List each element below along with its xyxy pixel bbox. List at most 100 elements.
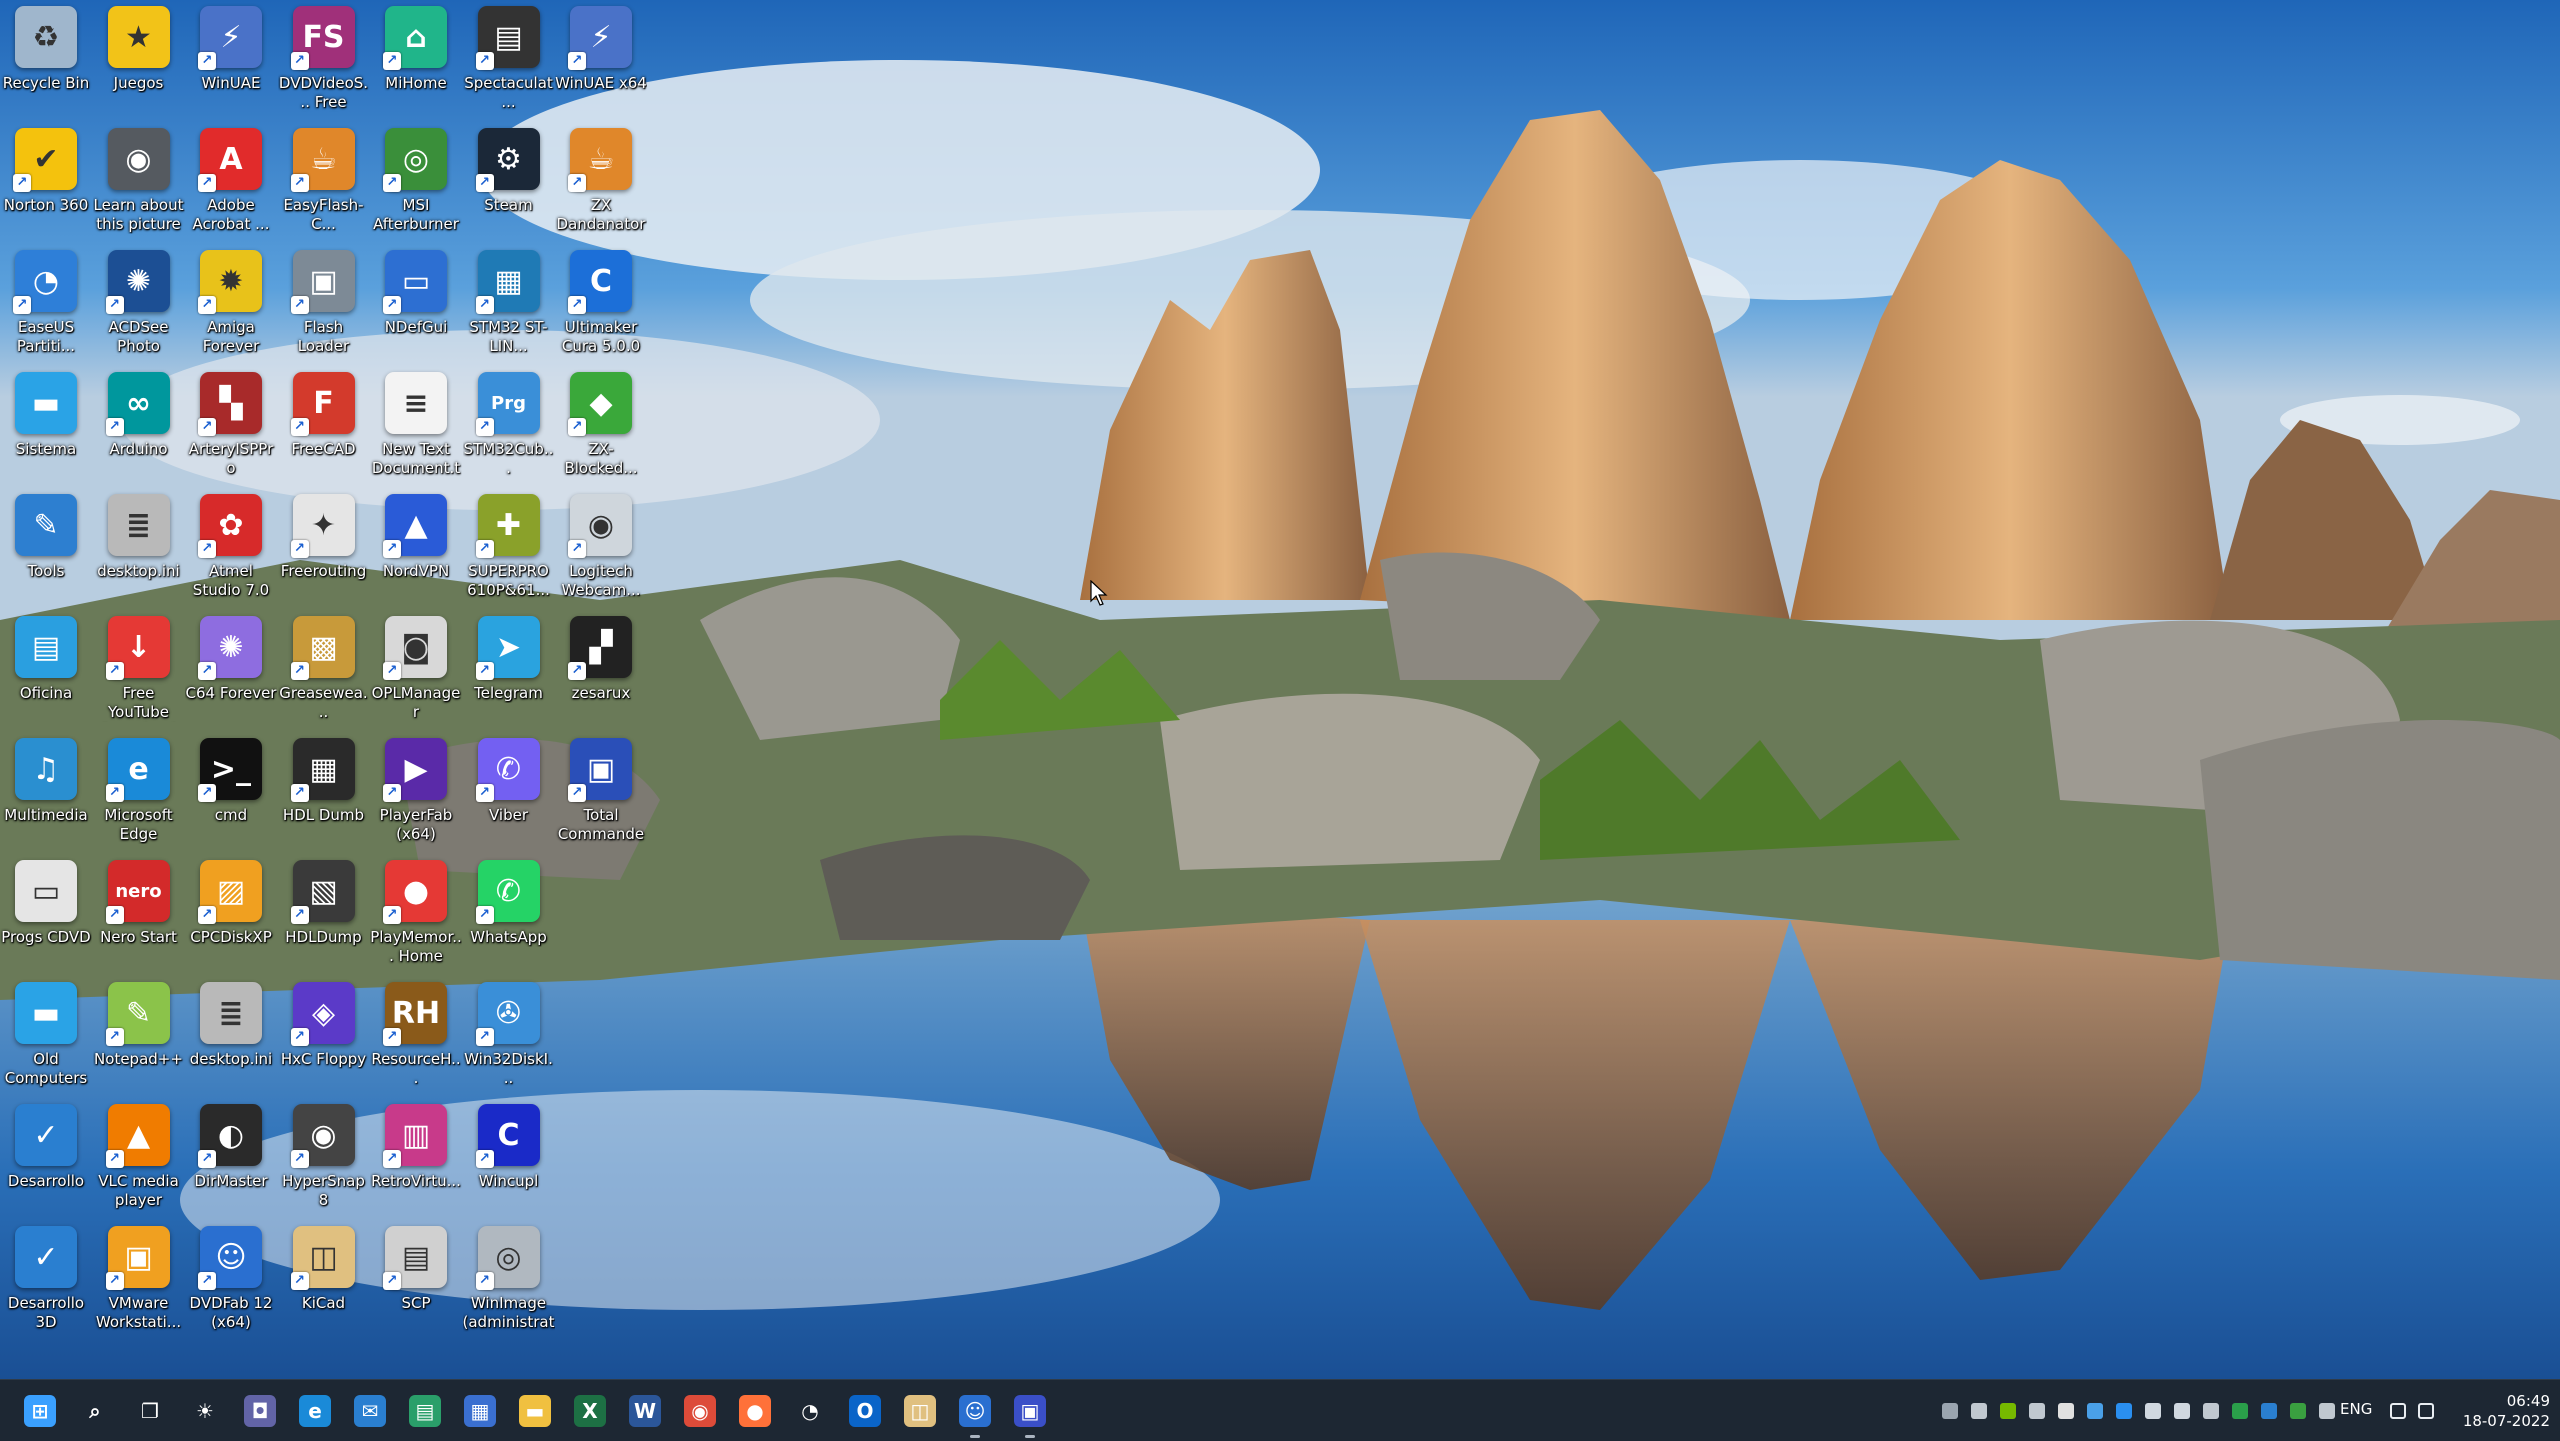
weather-icon[interactable]: ☀ [183, 1389, 227, 1433]
desktop-icon[interactable]: ▭ Progs CDVD [0, 854, 92, 976]
desktop-icon[interactable]: ✦ ↗ Freerouting [278, 488, 370, 610]
desktop-icon[interactable]: ◔ ↗ EaseUS Partiti... [0, 244, 92, 366]
tray-onedrive-icon[interactable] [2087, 1403, 2103, 1419]
tray-record-icon[interactable] [1942, 1403, 1958, 1419]
desktop-icon[interactable]: ☺ ↗ DVDFab 12 (x64) [185, 1220, 277, 1342]
teams-chat-icon[interactable]: ◘ [238, 1389, 282, 1433]
desktop-icon[interactable]: ↓↗ Free YouTube Download [93, 610, 185, 732]
tray-nvidia-icon[interactable] [2000, 1403, 2016, 1419]
desktop-icon[interactable]: ▬ Sistema [0, 366, 92, 488]
desktop-icon[interactable]: ⚡ ↗ WinUAE [185, 0, 277, 122]
desktop-icon[interactable]: C ↗ Ultimaker Cura 5.0.0 [555, 244, 647, 366]
tray-window-icon[interactable] [2029, 1403, 2045, 1419]
remote-desktop-icon[interactable]: ▤ [403, 1389, 447, 1433]
network-icon[interactable] [2390, 1403, 2406, 1419]
desktop-icon[interactable]: ✎ Tools [0, 488, 92, 610]
desktop-icon[interactable]: ▣ ↗ VMware Workstati... [93, 1220, 185, 1342]
desktop-icon[interactable]: ♫ Multimedia [0, 732, 92, 854]
desktop-icon[interactable]: ◐ ↗ DirMaster [185, 1098, 277, 1220]
desktop-icon[interactable]: ▭ ↗ NDefGui [370, 244, 462, 366]
clock[interactable]: 06:49 18-07-2022 [2450, 1391, 2550, 1431]
desktop-icon[interactable]: ● ↗ PlayMemor... Home [370, 854, 462, 976]
desktop-icon[interactable]: ✓ Desarrollo [0, 1098, 92, 1220]
desktop-icon[interactable]: e ↗ Microsoft Edge [93, 732, 185, 854]
desktop-icon[interactable]: ▤ ↗ Spectaculat... [463, 0, 555, 122]
floppy-app-icon[interactable]: ▣ [1008, 1389, 1052, 1438]
desktop-icon[interactable]: ▣↗ Flash Loader Demo [278, 244, 370, 366]
tray-usb-icon[interactable] [2203, 1403, 2219, 1419]
desktop-icon[interactable]: ▤ ↗ SCP [370, 1220, 462, 1342]
chrome-icon[interactable]: ◉ [678, 1389, 722, 1433]
desktop-icon[interactable]: ▥ ↗ RetroVirtu... [370, 1098, 462, 1220]
desktop-icon[interactable]: ▩ ↗ Greasewea... [278, 610, 370, 732]
desktop-icon[interactable]: ▞ ↗ zesarux [555, 610, 647, 732]
tray-arrow-icon[interactable] [2319, 1403, 2335, 1419]
search-icon[interactable]: ⌕ [73, 1389, 117, 1433]
desktop-icon[interactable]: ▲ ↗ NordVPN [370, 488, 462, 610]
desktop-icon[interactable]: ▣↗ Total Commander [555, 732, 647, 854]
desktop-icon[interactable]: ▦ ↗ STM32 ST-LIN... [463, 244, 555, 366]
desktop-icon[interactable]: ✿ ↗ Atmel Studio 7.0 [185, 488, 277, 610]
desktop-icon[interactable]: ✆ ↗ Viber [463, 732, 555, 854]
desktop-icon[interactable]: ▚ ↗ ArteryISPPro [185, 366, 277, 488]
tray-cd-icon[interactable] [2058, 1403, 2074, 1419]
desktop-icon[interactable]: ▤ Oficina [0, 610, 92, 732]
desktop-icon[interactable]: ✚ ↗ SUPERPRO 610P&61... [463, 488, 555, 610]
file-explorer-icon[interactable]: ▬ [513, 1389, 557, 1433]
kicad-icon[interactable]: ◫ [898, 1389, 942, 1433]
desktop-icon[interactable]: ⚙ ↗ Steam [463, 122, 555, 244]
desktop-icon[interactable]: ✹ ↗ Amiga Forever [185, 244, 277, 366]
desktop-icon[interactable]: ≣ desktop.ini [185, 976, 277, 1098]
desktop-icon[interactable]: ◆ ↗ ZX-Blocked... [555, 366, 647, 488]
desktop-icon[interactable]: ✓ Desarrollo 3D [0, 1220, 92, 1342]
desktop-icon[interactable]: ◉ ↗ HyperSnap 8 [278, 1098, 370, 1220]
tray-audio-app-icon[interactable] [1971, 1403, 1987, 1419]
start-icon[interactable]: ⊞ [18, 1389, 62, 1433]
desktop-icon[interactable]: C ↗ Wincupl [463, 1098, 555, 1220]
tray-webcam-icon[interactable] [2145, 1403, 2161, 1419]
desktop-icon[interactable]: >_ ↗ cmd [185, 732, 277, 854]
hardware-manager-icon[interactable]: ▦ [458, 1389, 502, 1433]
desktop-icon[interactable]: ✆ ↗ WhatsApp [463, 854, 555, 976]
dvdfab-icon[interactable]: ☺ [953, 1389, 997, 1438]
media-player-icon[interactable]: ◔ [788, 1389, 832, 1433]
desktop-icon[interactable]: ▬ Old Computers [0, 976, 92, 1098]
desktop-icon[interactable]: ✺↗ ACDSee Photo Studi... [93, 244, 185, 366]
tray-defender-icon[interactable] [2261, 1403, 2277, 1419]
desktop-icon[interactable]: ⌂ ↗ MiHome [370, 0, 462, 122]
volume-icon[interactable] [2418, 1403, 2434, 1419]
desktop-icon[interactable]: ➤ ↗ Telegram [463, 610, 555, 732]
desktop-icon[interactable]: RH ↗ ResourceH... [370, 976, 462, 1098]
desktop-icon[interactable]: ✇ ↗ Win32DiskI... [463, 976, 555, 1098]
desktop-icon[interactable]: ◙ ↗ OPLManager [370, 610, 462, 732]
firefox-icon[interactable]: ● [733, 1389, 777, 1433]
desktop-icon[interactable]: F ↗ FreeCAD [278, 366, 370, 488]
desktop-icon[interactable]: ▶ ↗ PlayerFab (x64) [370, 732, 462, 854]
desktop-icon[interactable]: ✔ ↗ Norton 360 [0, 122, 92, 244]
word-icon[interactable]: W [623, 1389, 667, 1433]
desktop-icon[interactable]: ≣ desktop.ini [93, 488, 185, 610]
desktop-icon[interactable]: ♻ Recycle Bin [0, 0, 92, 122]
desktop-icon[interactable]: FS↗ DVDVideoS... Free Studio [278, 0, 370, 122]
desktop-icon[interactable]: ⚡ ↗ WinUAE x64 [555, 0, 647, 122]
desktop-icon[interactable]: ☕ ↗ EasyFlash-C... [278, 122, 370, 244]
desktop-icon[interactable]: ◈ ↗ HxC Floppy [278, 976, 370, 1098]
desktop-icon[interactable]: ▦ ↗ HDL Dumb [278, 732, 370, 854]
task-view-icon[interactable]: ❐ [128, 1389, 172, 1433]
desktop-icon[interactable]: ≡ New Text Document.txt [370, 366, 462, 488]
desktop-icon[interactable]: ▧ ↗ HDLDump [278, 854, 370, 976]
desktop-icon[interactable]: ☕ ↗ ZX Dandanator [555, 122, 647, 244]
tray-norton-icon[interactable] [2232, 1403, 2248, 1419]
language-indicator[interactable]: ENG [2340, 1400, 2372, 1418]
outlook-icon[interactable]: O [843, 1389, 887, 1433]
desktop-icon[interactable]: A ↗ Adobe Acrobat ... [185, 122, 277, 244]
desktop-icon[interactable]: ◉ Learn about this picture [93, 122, 185, 244]
edge-icon[interactable]: e [293, 1389, 337, 1433]
desktop-icon[interactable]: ◫ ↗ KiCad [278, 1220, 370, 1342]
desktop-icon[interactable]: ▲ ↗ VLC media player [93, 1098, 185, 1220]
desktop-icon[interactable]: Prg ↗ STM32Cub... [463, 366, 555, 488]
desktop-icon[interactable]: nero ↗ Nero Start [93, 854, 185, 976]
desktop-icon[interactable]: ✺ ↗ C64 Forever [185, 610, 277, 732]
excel-icon[interactable]: X [568, 1389, 612, 1433]
desktop-icon[interactable]: ◎ ↗ MSI Afterburner [370, 122, 462, 244]
